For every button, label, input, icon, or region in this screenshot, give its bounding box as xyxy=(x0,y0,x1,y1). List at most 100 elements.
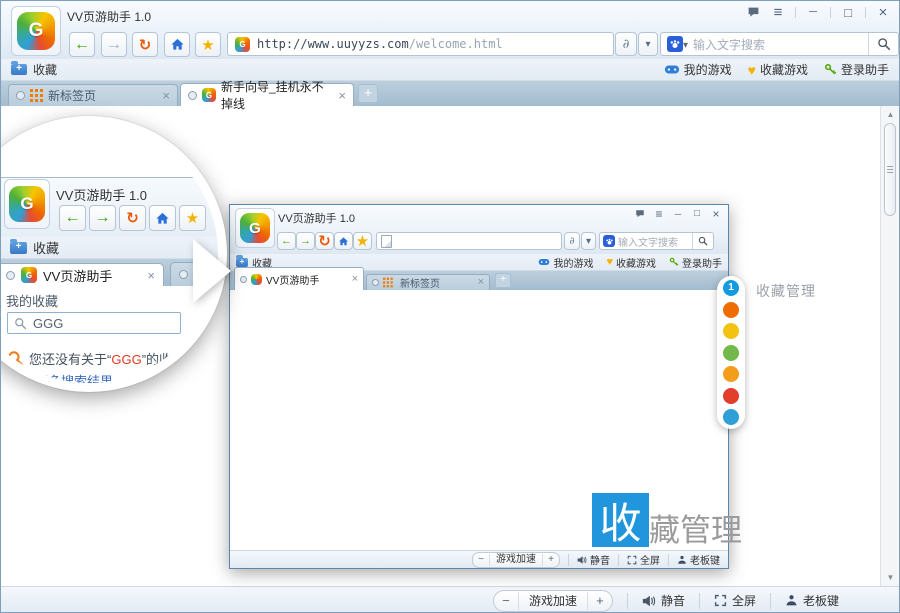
address-bar[interactable]: G http://www.uuyyzs.com/welcome.html xyxy=(227,32,614,56)
bookmark-star-button[interactable] xyxy=(195,32,221,57)
scroll-up-icon[interactable] xyxy=(881,110,900,119)
person-icon xyxy=(785,594,798,607)
mini-copy-link-button[interactable] xyxy=(564,232,580,250)
mini-boss-key-button[interactable]: 老板键 xyxy=(677,552,720,567)
minimize-button[interactable] xyxy=(805,5,821,20)
mini-fullscreen-button[interactable]: 全屏 xyxy=(627,552,660,567)
home-button xyxy=(149,205,176,231)
speed-plus-button[interactable]: + xyxy=(588,593,612,608)
add-favorite-icon[interactable] xyxy=(11,64,27,75)
mini-tab-home[interactable]: VV页游助手 xyxy=(234,267,364,290)
tab-close-icon[interactable] xyxy=(162,89,170,102)
mini-tab-new-page[interactable]: 新标签页 xyxy=(366,274,490,290)
mini-mute-button[interactable]: 静音 xyxy=(577,552,610,567)
close-button[interactable] xyxy=(875,5,891,20)
guide-step-dot[interactable] xyxy=(723,366,739,382)
mini-bookmark-star-button[interactable] xyxy=(353,232,372,250)
mini-search-button[interactable] xyxy=(692,233,713,249)
mini-back-button[interactable] xyxy=(277,232,296,250)
tab-bar: 新标签页 G 新手向导_挂机永不掉线 + xyxy=(1,81,899,106)
mini-menu-icon[interactable] xyxy=(653,208,665,220)
scrollbar-thumb[interactable] xyxy=(884,123,896,216)
scroll-down-icon[interactable] xyxy=(881,573,900,582)
menu-icon[interactable] xyxy=(770,5,786,20)
guide-step-dot[interactable] xyxy=(723,302,739,318)
collect-games-button[interactable]: ♥ 收藏游戏 xyxy=(748,61,808,78)
app-logo-button: G xyxy=(4,179,50,229)
my-games-button[interactable]: 我的游戏 xyxy=(664,61,732,78)
guide-step-dot[interactable] xyxy=(723,409,739,425)
mini-search-box[interactable]: 输入文字搜索 xyxy=(599,232,714,250)
tab-indicator-icon xyxy=(188,91,197,100)
more-results-link: 更多搜索结果， xyxy=(35,371,126,383)
tab-close-icon[interactable] xyxy=(352,274,358,285)
home-icon xyxy=(338,236,349,247)
mini-minimize-button[interactable] xyxy=(672,208,684,220)
fullscreen-icon xyxy=(627,555,637,565)
search-engine-icon[interactable] xyxy=(603,235,615,247)
boss-key-button[interactable]: 老板键 xyxy=(785,592,839,609)
window-title: VV页游助手 1.0 xyxy=(56,185,147,204)
mini-feedback-icon[interactable] xyxy=(634,208,646,220)
login-helper-button[interactable]: 登录助手 xyxy=(824,61,889,78)
tab-close-icon[interactable] xyxy=(338,89,346,102)
add-favorite-icon xyxy=(10,242,27,254)
new-tab-grid-icon xyxy=(383,278,393,288)
forward-button[interactable] xyxy=(101,32,127,57)
engine-dropdown-icon[interactable] xyxy=(683,37,688,51)
mini-collect-games-button[interactable]: ♥ 收藏游戏 xyxy=(606,255,656,270)
new-tab-grid-icon xyxy=(30,89,43,102)
tab-guide[interactable]: G 新手向导_挂机永不掉线 xyxy=(180,83,354,106)
mini-login-helper-button[interactable]: 登录助手 xyxy=(669,255,722,270)
mini-game-speed-control[interactable]: − 游戏加速 + xyxy=(472,552,560,568)
mini-new-tab-button[interactable]: + xyxy=(495,273,511,288)
guide-step-dot[interactable] xyxy=(723,345,739,361)
tab-bar: G VV页游助手 xyxy=(0,259,218,286)
search-icon xyxy=(14,317,27,330)
mini-refresh-button[interactable] xyxy=(315,232,334,250)
back-button[interactable] xyxy=(69,32,95,57)
guide-step-dot[interactable] xyxy=(723,323,739,339)
mini-home-button[interactable] xyxy=(334,232,353,250)
tab-close-icon[interactable] xyxy=(478,277,484,288)
home-button[interactable] xyxy=(164,32,190,57)
tab-favicon: G xyxy=(202,88,216,102)
guide-step-dot[interactable]: 1 xyxy=(723,280,739,296)
mini-my-games-button[interactable]: 我的游戏 xyxy=(538,255,593,270)
search-box[interactable]: 输入文字搜索 xyxy=(660,32,899,56)
mini-url-dropdown-button[interactable] xyxy=(581,232,596,250)
speed-plus-button[interactable]: + xyxy=(543,554,559,565)
mini-window-title: VV页游助手 1.0 xyxy=(278,210,355,226)
favorites-label[interactable]: 收藏 xyxy=(33,61,57,78)
copy-link-button[interactable] xyxy=(615,32,637,56)
add-favorite-icon[interactable] xyxy=(236,258,248,267)
url-dropdown-button[interactable] xyxy=(638,32,658,56)
scrollbar[interactable] xyxy=(880,106,900,586)
bookmark-star-button xyxy=(179,205,206,231)
mini-app-window: G VV页游助手 1.0 xyxy=(229,204,729,569)
feedback-icon[interactable] xyxy=(745,5,761,20)
refresh-button[interactable] xyxy=(132,32,158,57)
mini-close-button[interactable] xyxy=(710,208,722,220)
search-value: GGG xyxy=(33,316,63,331)
mini-status-bar: − 游戏加速 + 静音 全屏 老板键 xyxy=(230,550,728,568)
search-button[interactable] xyxy=(868,33,898,55)
fullscreen-button[interactable]: 全屏 xyxy=(714,592,756,609)
mini-forward-button[interactable] xyxy=(296,232,315,250)
tab-new-page[interactable]: 新标签页 xyxy=(8,84,178,106)
refresh-button xyxy=(119,205,146,231)
speed-minus-button[interactable]: − xyxy=(473,554,489,565)
mute-button[interactable]: 静音 xyxy=(642,592,685,609)
mini-address-bar[interactable] xyxy=(376,232,562,250)
new-tab-button[interactable]: + xyxy=(358,84,378,103)
game-speed-control[interactable]: − 游戏加速 + xyxy=(493,590,613,612)
mini-maximize-button[interactable] xyxy=(691,208,703,220)
guide-step-dot[interactable] xyxy=(723,388,739,404)
speed-minus-button[interactable]: − xyxy=(494,593,518,608)
window-title: VV页游助手 1.0 xyxy=(67,8,151,25)
app-logo-button[interactable]: G xyxy=(11,6,61,56)
mini-app-logo-button[interactable]: G xyxy=(235,208,275,248)
status-bar: − 游戏加速 + 静音 全屏 老板键 xyxy=(1,586,899,613)
search-engine-icon[interactable] xyxy=(667,36,683,52)
maximize-button[interactable] xyxy=(840,5,856,20)
